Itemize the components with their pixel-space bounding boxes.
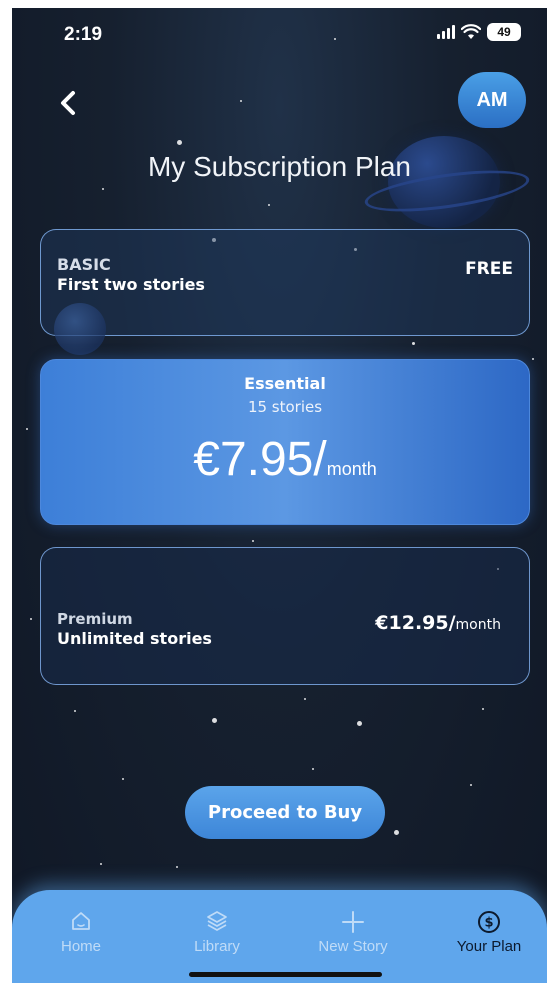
home-indicator — [189, 972, 382, 977]
wifi-icon — [461, 24, 481, 39]
tab-label: Home — [60, 938, 101, 955]
plan-price: €12.95/month — [375, 612, 501, 634]
signal-icon — [437, 25, 455, 39]
svg-text:$: $ — [484, 916, 493, 931]
dollar-icon: $ — [478, 911, 500, 933]
plan-description: 15 stories — [247, 398, 323, 416]
small-planet-decoration — [54, 303, 106, 355]
plan-description: Unlimited stories — [57, 629, 212, 648]
tab-home[interactable]: Home — [26, 910, 136, 955]
page-title: My Subscription Plan — [147, 151, 411, 182]
plan-name: Premium — [57, 610, 133, 628]
avatar[interactable]: AM — [458, 72, 526, 128]
status-bar: 2:19 49 — [12, 8, 547, 60]
app-screen: 2:19 49 AM My Subscription Plan BASIC Fi… — [12, 8, 547, 983]
price-unit: month — [455, 617, 501, 633]
back-chevron-icon[interactable] — [54, 88, 84, 118]
tab-label: Your Plan — [456, 938, 522, 955]
battery-icon: 49 — [487, 23, 521, 41]
plan-card-premium[interactable]: Premium Unlimited stories €12.95/month — [40, 547, 530, 685]
price-amount: €12.95/ — [375, 612, 456, 634]
proceed-to-buy-button[interactable]: Proceed to Buy — [185, 786, 385, 839]
plan-description: First two stories — [57, 275, 205, 294]
plus-icon — [342, 911, 364, 933]
home-icon — [72, 912, 90, 930]
plan-name: BASIC — [57, 255, 111, 274]
plan-name: Essential — [244, 374, 326, 393]
status-icons: 49 — [437, 23, 521, 41]
bottom-tab-bar: Home Library New Story $ Your Plan — [12, 890, 547, 983]
tab-new-story[interactable]: New Story — [298, 910, 408, 955]
layers-icon — [207, 911, 227, 931]
price-amount: €7.95/ — [193, 433, 327, 486]
plan-price: €7.95/month — [41, 432, 529, 487]
plan-card-essential[interactable]: Essential 15 stories €7.95/month — [40, 359, 530, 525]
price-unit: month — [326, 459, 377, 479]
tab-your-plan[interactable]: $ Your Plan — [434, 910, 544, 955]
status-time: 2:19 — [64, 24, 103, 45]
plan-card-basic[interactable]: BASIC First two stories FREE — [40, 229, 530, 336]
tab-label: New Story — [318, 938, 388, 955]
tab-label: Library — [194, 938, 240, 955]
plan-price: FREE — [465, 259, 513, 279]
tab-library[interactable]: Library — [162, 910, 272, 955]
